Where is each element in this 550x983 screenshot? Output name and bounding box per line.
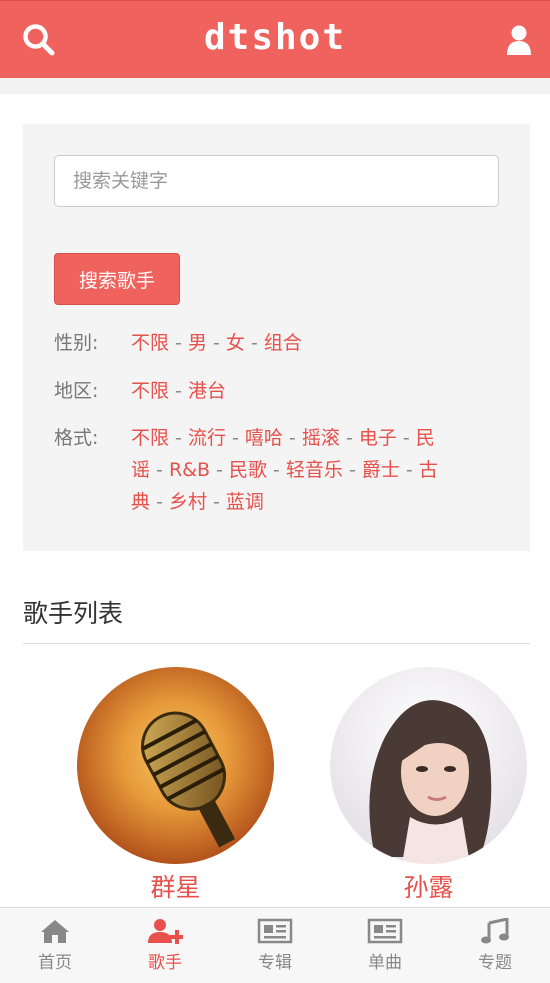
singer-card[interactable]: 孙露 xyxy=(330,667,527,904)
music-note-icon xyxy=(481,918,509,944)
option-separator: - xyxy=(266,459,286,481)
top-bar: dtshot xyxy=(0,0,550,78)
singer-list-title: 歌手列表 xyxy=(23,599,124,628)
filter-option[interactable]: 民歌 xyxy=(229,459,267,481)
filter-option[interactable]: 蓝调 xyxy=(226,491,264,513)
search-input[interactable] xyxy=(54,155,499,207)
nav-item-topics[interactable]: 专题 xyxy=(440,908,550,983)
option-separator: - xyxy=(244,332,264,354)
option-separator: - xyxy=(282,427,302,449)
search-singer-button[interactable]: 搜索歌手 xyxy=(54,253,180,305)
singer-name[interactable]: 群星 xyxy=(77,868,274,904)
bottom-nav: 首页 歌手 专辑 单曲 专题 xyxy=(0,907,550,983)
option-separator: - xyxy=(169,380,188,402)
microphone-photo[interactable] xyxy=(77,667,274,864)
filter-option[interactable]: 轻音乐 xyxy=(286,459,343,481)
gender-options: 不限 - 男 - 女 - 组合 xyxy=(131,327,453,359)
filter-option[interactable]: 嘻哈 xyxy=(245,427,283,449)
option-separator: - xyxy=(169,332,188,354)
newspaper-icon xyxy=(257,918,293,944)
option-separator: - xyxy=(342,459,362,481)
option-separator: - xyxy=(169,427,188,449)
newspaper-icon xyxy=(367,918,403,944)
filter-option[interactable]: 女 xyxy=(226,332,245,354)
nav-item-singers[interactable]: 歌手 xyxy=(110,908,220,983)
add-user-icon xyxy=(148,919,183,944)
filter-option[interactable]: 不限 xyxy=(131,332,169,354)
option-separator: - xyxy=(206,491,226,513)
filter-option[interactable]: 流行 xyxy=(188,427,226,449)
option-separator: - xyxy=(339,427,359,449)
option-separator: - xyxy=(396,427,416,449)
option-separator: - xyxy=(150,459,169,481)
nav-label-songs: 单曲 xyxy=(368,953,402,973)
nav-item-home[interactable]: 首页 xyxy=(0,908,110,983)
gender-filter: 性别: 不限 - 男 - 女 - 组合 xyxy=(54,327,453,359)
nav-label-albums: 专辑 xyxy=(258,953,292,973)
singer-name[interactable]: 孙露 xyxy=(330,868,527,904)
nav-label-topics: 专题 xyxy=(478,953,512,973)
app-title[interactable]: dtshot xyxy=(0,17,550,58)
filter-option[interactable]: 港台 xyxy=(188,380,226,402)
nav-label-singers: 歌手 xyxy=(148,953,182,973)
option-separator: - xyxy=(225,427,245,449)
option-separator: - xyxy=(399,459,419,481)
filter-option[interactable]: 乡村 xyxy=(169,491,207,513)
singer-portrait-photo[interactable] xyxy=(330,667,527,864)
filter-option[interactable]: 摇滚 xyxy=(302,427,340,449)
gender-filter-label: 性别: xyxy=(54,332,99,354)
style-filter: 格式: 不限 - 流行 - 嘻哈 - 摇滚 - 电子 - 民谣 - R&B - … xyxy=(54,422,453,518)
filter-option[interactable]: 男 xyxy=(188,332,207,354)
filter-panel: 搜索歌手 性别: 不限 - 男 - 女 - 组合 地区: 不限 - 港台 格式:… xyxy=(23,124,530,551)
user-icon[interactable] xyxy=(506,25,532,55)
nav-item-songs[interactable]: 单曲 xyxy=(330,908,440,983)
divider xyxy=(23,643,530,644)
option-separator: - xyxy=(210,459,229,481)
filter-option[interactable]: 不限 xyxy=(131,380,169,402)
style-filter-label: 格式: xyxy=(54,427,99,449)
filter-option[interactable]: 电子 xyxy=(359,427,397,449)
option-separator: - xyxy=(150,491,169,513)
filter-option[interactable]: 不限 xyxy=(131,427,169,449)
region-filter: 地区: 不限 - 港台 xyxy=(54,375,453,407)
style-options: 不限 - 流行 - 嘻哈 - 摇滚 - 电子 - 民谣 - R&B - 民歌 -… xyxy=(131,422,453,518)
filter-option[interactable]: 爵士 xyxy=(362,459,400,481)
singer-card[interactable]: 群星 xyxy=(77,667,274,904)
region-options: 不限 - 港台 xyxy=(131,375,453,407)
header-spacer xyxy=(0,78,550,94)
region-filter-label: 地区: xyxy=(54,380,99,402)
filter-option[interactable]: 组合 xyxy=(264,332,302,354)
option-separator: - xyxy=(206,332,226,354)
filter-option[interactable]: R&B xyxy=(169,459,210,481)
nav-item-albums[interactable]: 专辑 xyxy=(220,908,330,983)
nav-label-home: 首页 xyxy=(38,953,72,973)
home-icon xyxy=(41,920,69,943)
